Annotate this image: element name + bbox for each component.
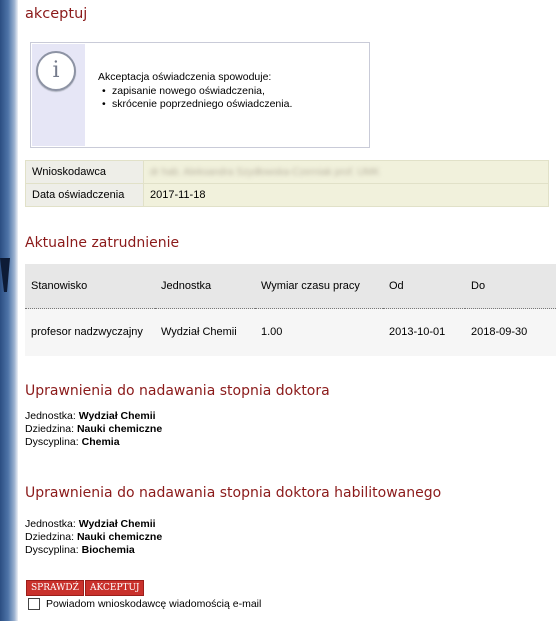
page-title: akceptuj: [25, 6, 88, 22]
applicant-name-redacted: dr hab. Aleksandra Szydłowska-Czerniak p…: [150, 167, 380, 178]
field-line: Dziedzina: Nauki chemiczne: [25, 531, 162, 544]
unit-line: Jednostka: Wydział Chemii: [25, 518, 162, 531]
col-unit: Jednostka: [155, 264, 255, 309]
unit-label: Jednostka:: [25, 518, 76, 530]
applicant-label: Wnioskodawca: [25, 160, 144, 184]
notify-option[interactable]: Powiadom wnioskodawcę wiadomością e-mail: [28, 598, 261, 610]
cell-from: 2013-10-01: [383, 308, 465, 356]
doctor-rights-heading: Uprawnienia do nadawania stopnia doktora: [25, 383, 330, 399]
cell-workload: 1.00: [255, 308, 383, 356]
date-label: Data oświadczenia: [25, 183, 144, 207]
habil-rights-heading: Uprawnienia do nadawania stopnia doktora…: [25, 485, 442, 501]
col-from: Od: [383, 264, 465, 309]
employment-heading: Aktualne zatrudnienie: [25, 235, 180, 251]
field-label: Dziedzina:: [25, 531, 75, 543]
col-position: Stanowisko: [25, 264, 155, 309]
info-message: Akceptacja oświadczenia spowoduje: zapis…: [98, 71, 292, 112]
discipline-label: Dyscyplina:: [25, 544, 79, 556]
info-box: i Akceptacja oświadczenia spowoduje: zap…: [30, 42, 370, 148]
habil-rights-details: Jednostka: Wydział Chemii Dziedzina: Nau…: [25, 518, 162, 557]
doctor-rights-details: Jednostka: Wydział Chemii Dziedzina: Nau…: [25, 410, 162, 449]
accept-button[interactable]: AKCEPTUJ: [85, 580, 145, 596]
col-workload: Wymiar czasu pracy: [255, 264, 383, 309]
notify-label[interactable]: Powiadom wnioskodawcę wiadomością e-mail: [46, 598, 261, 610]
info-icon: i: [36, 51, 76, 91]
unit-value: Wydział Chemii: [78, 518, 156, 530]
applicant-table: Wnioskodawca dr hab. Aleksandra Szydłows…: [25, 160, 549, 207]
field-line: Dziedzina: Nauki chemiczne: [25, 423, 162, 436]
employment-table: Stanowisko Jednostka Wymiar czasu pracy …: [25, 264, 556, 356]
unit-line: Jednostka: Wydział Chemii: [25, 410, 162, 423]
info-item: skrócenie poprzedniego oświadczenia.: [102, 98, 292, 112]
discipline-value: Chemia: [81, 436, 120, 448]
date-row: Data oświadczenia 2017-11-18: [25, 183, 549, 207]
cell-unit: Wydział Chemii: [155, 308, 255, 356]
field-value: Nauki chemiczne: [76, 423, 163, 435]
discipline-line: Dyscyplina: Biochemia: [25, 544, 162, 557]
unit-label: Jednostka:: [25, 410, 76, 422]
discipline-value: Biochemia: [81, 544, 135, 556]
field-value: Nauki chemiczne: [76, 531, 163, 543]
table-row: profesor nadzwyczajny Wydział Chemii 1.0…: [25, 308, 556, 356]
cell-to: 2018-09-30: [465, 308, 556, 356]
date-value: 2017-11-18: [143, 183, 549, 207]
info-icon-panel: i: [32, 44, 85, 146]
unit-value: Wydział Chemii: [78, 410, 156, 422]
applicant-value: dr hab. Aleksandra Szydłowska-Czerniak p…: [143, 160, 549, 184]
cell-position: profesor nadzwyczajny: [25, 308, 155, 356]
employment-header-row: Stanowisko Jednostka Wymiar czasu pracy …: [25, 264, 556, 309]
discipline-label: Dyscyplina:: [25, 436, 79, 448]
applicant-row: Wnioskodawca dr hab. Aleksandra Szydłows…: [25, 160, 549, 184]
notify-checkbox[interactable]: [28, 598, 40, 610]
left-decoration: [0, 0, 18, 621]
check-button[interactable]: SPRAWDŹ: [26, 580, 84, 596]
info-item: zapisanie nowego oświadczenia,: [102, 85, 292, 99]
info-list: zapisanie nowego oświadczenia, skrócenie…: [98, 85, 292, 112]
discipline-line: Dyscyplina: Chemia: [25, 436, 162, 449]
col-to: Do: [465, 264, 556, 309]
decor-mark: [0, 258, 10, 292]
field-label: Dziedzina:: [25, 423, 75, 435]
info-heading: Akceptacja oświadczenia spowoduje:: [98, 71, 272, 83]
